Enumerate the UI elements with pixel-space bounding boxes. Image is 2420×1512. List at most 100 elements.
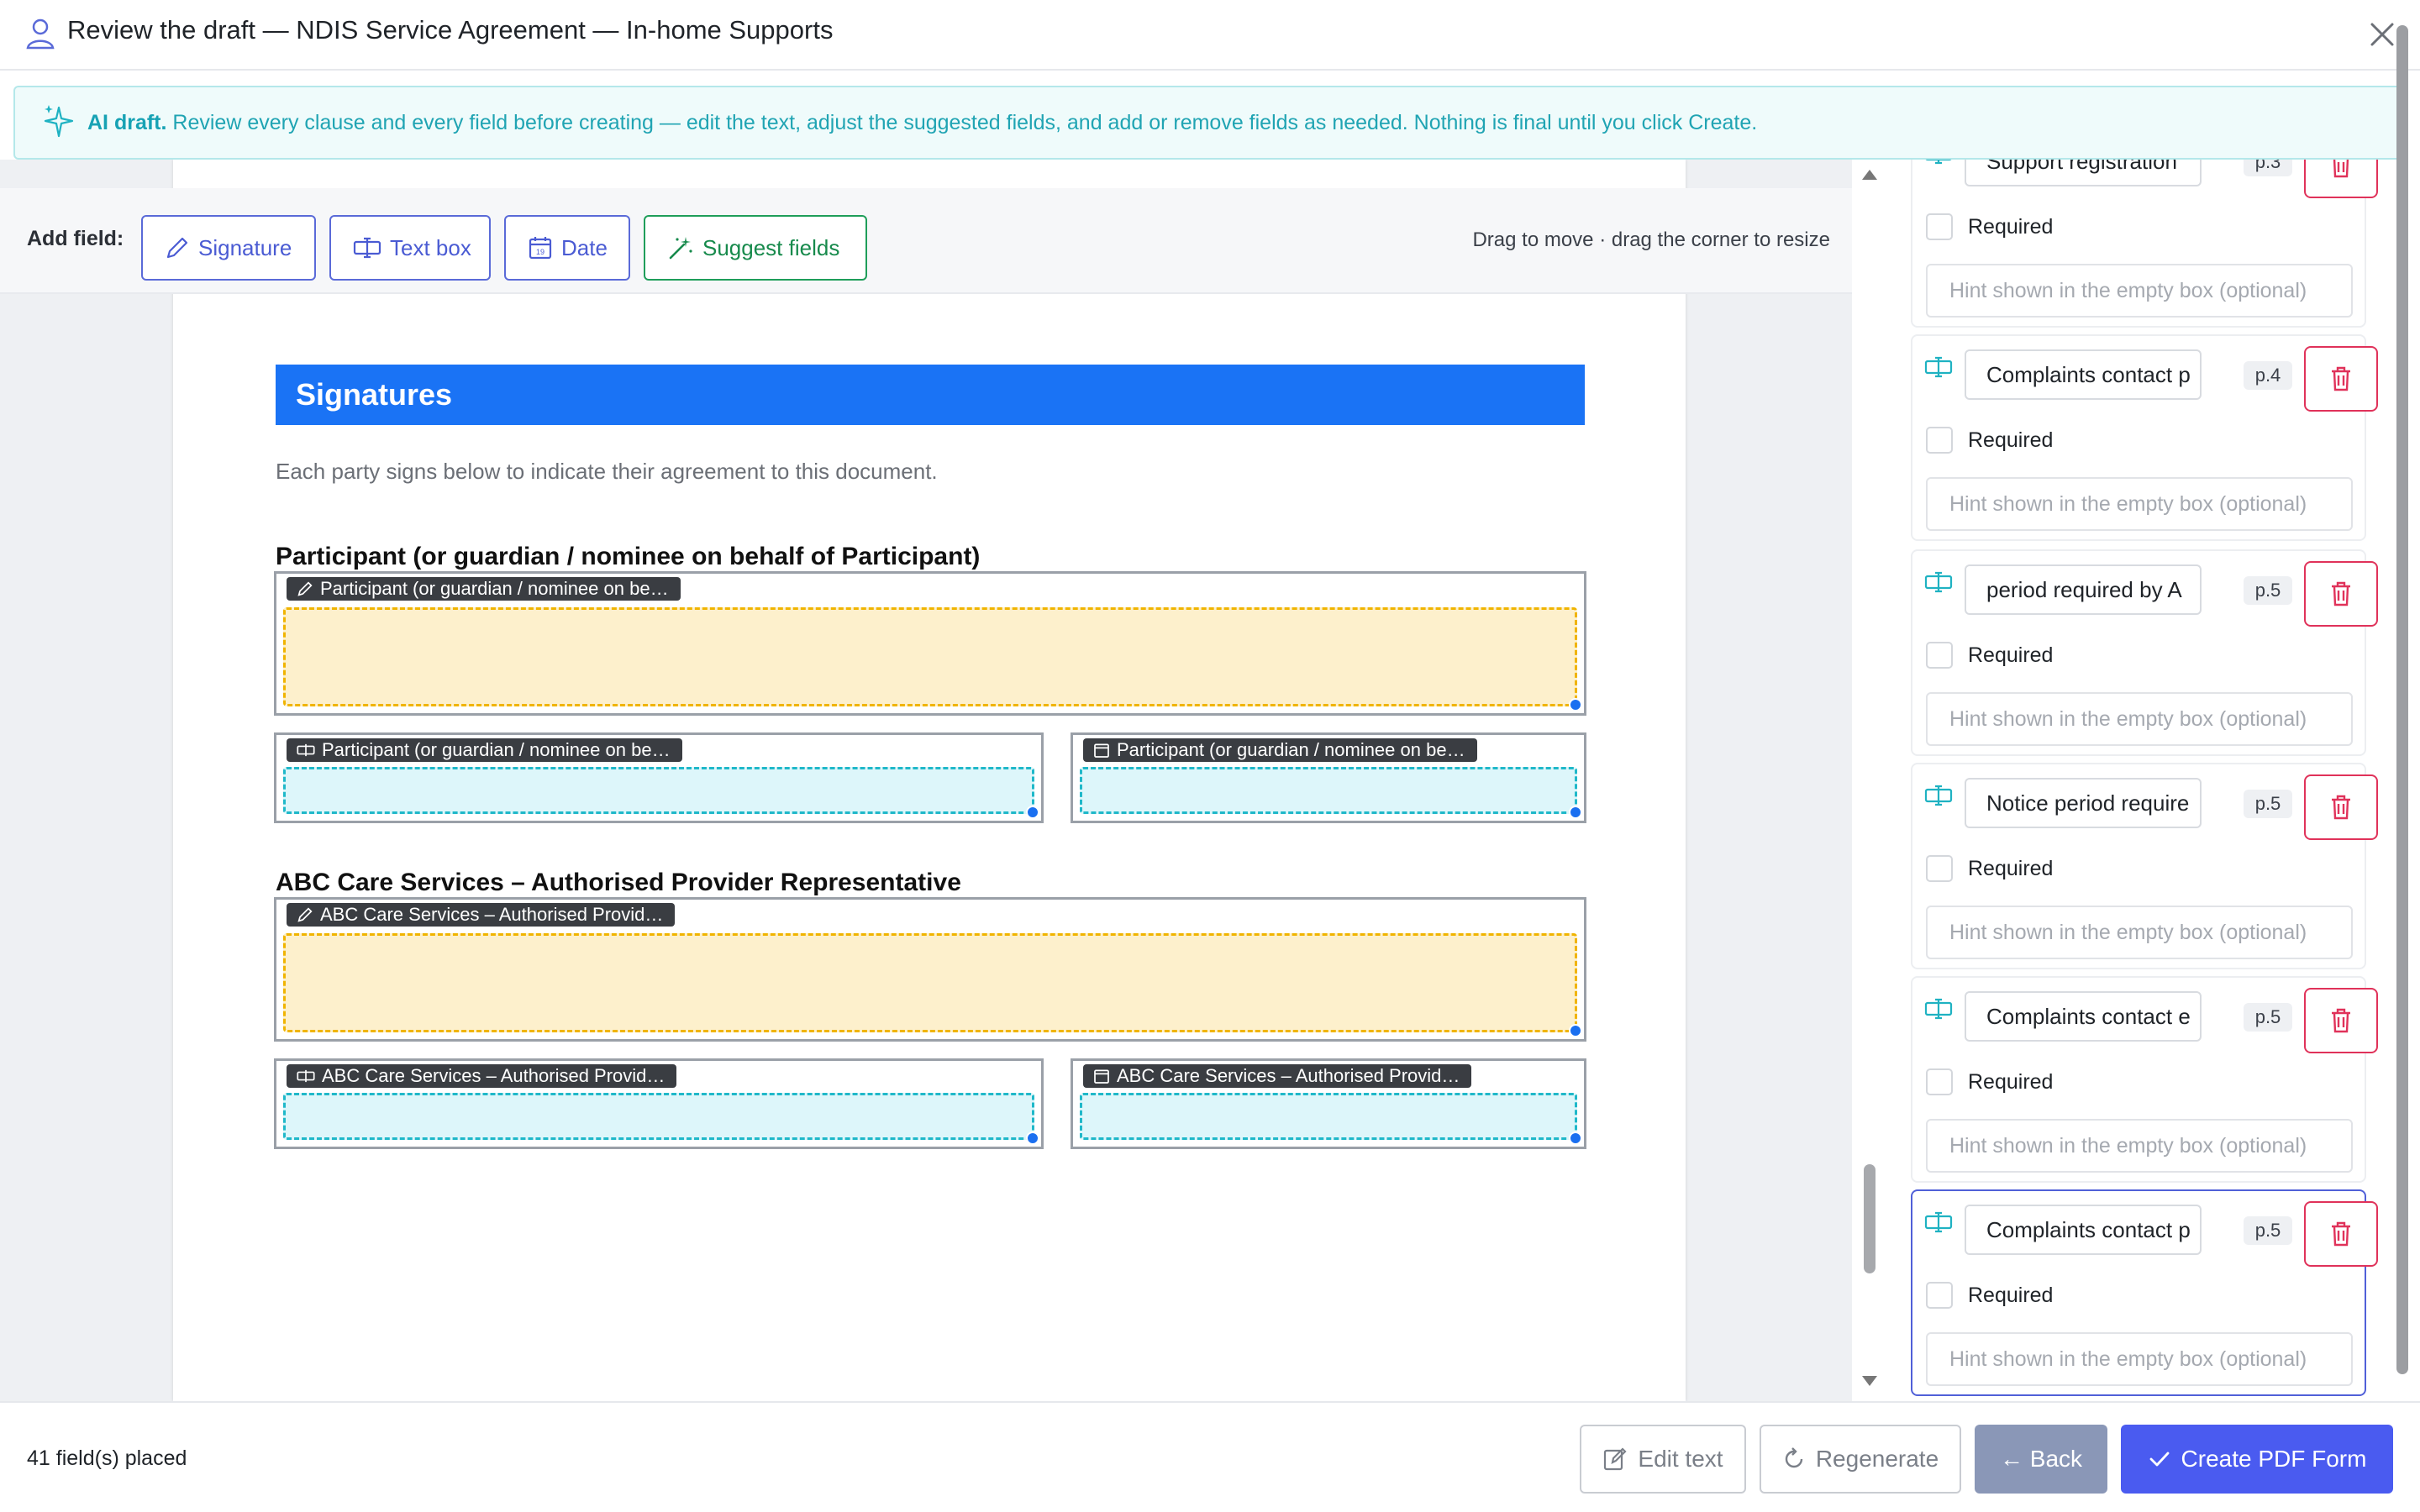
required-label: Required bbox=[1968, 428, 2054, 452]
resize-handle[interactable] bbox=[1569, 1024, 1582, 1037]
field-card[interactable]: Support registration p.3 Required Hint s… bbox=[1911, 160, 2378, 328]
regenerate-button[interactable]: Regenerate bbox=[1760, 1425, 1961, 1494]
name-text-field[interactable]: Full name ABC Care Services – Authorised… bbox=[274, 1058, 1044, 1149]
resize-handle[interactable] bbox=[1569, 806, 1582, 819]
field-tag: ABC Care Services – Authorised Provid… bbox=[287, 903, 676, 927]
required-checkbox[interactable] bbox=[1926, 1282, 1953, 1309]
field-card[interactable]: period required by A p.5 Required Hint s… bbox=[1911, 549, 2378, 756]
resize-handle[interactable] bbox=[1026, 806, 1039, 819]
scrollbar-thumb[interactable] bbox=[1864, 1164, 1876, 1273]
field-page-badge: p.5 bbox=[2244, 790, 2292, 818]
field-card[interactable]: Complaints contact e p.5 Required Hint s… bbox=[1911, 976, 2378, 1183]
field-name-input[interactable]: Complaints contact p bbox=[1965, 1205, 2202, 1255]
signatures-heading: Signatures bbox=[276, 365, 1585, 425]
field-card[interactable]: Notice period require p.5 Required Hint … bbox=[1911, 763, 2378, 969]
required-label: Required bbox=[1968, 857, 2054, 880]
required-checkbox[interactable] bbox=[1926, 642, 1953, 669]
delete-field-button[interactable] bbox=[2304, 346, 2378, 412]
required-checkbox[interactable] bbox=[1926, 1068, 1953, 1095]
add-textbox-button[interactable]: Text box bbox=[329, 215, 491, 281]
panel-scrollbar[interactable] bbox=[2395, 25, 2410, 1378]
add-field-label: Add field: bbox=[27, 227, 124, 250]
edit-icon bbox=[1604, 1447, 1627, 1471]
signature-field-area[interactable] bbox=[283, 933, 1577, 1032]
textbox-icon bbox=[353, 237, 381, 259]
sparkle-icon bbox=[44, 105, 74, 138]
field-name-input[interactable]: Notice period require bbox=[1965, 778, 2202, 828]
dialog-footer: 41 field(s) placed Edit text Regenerate … bbox=[0, 1401, 2420, 1512]
textbox-icon bbox=[1924, 998, 1953, 1020]
required-label: Required bbox=[1968, 1070, 2054, 1094]
signature-field[interactable]: ABC Care Services – Authorised Provid… bbox=[274, 897, 1586, 1042]
user-icon bbox=[26, 18, 55, 50]
banner-lead: AI draft. bbox=[87, 111, 167, 134]
date-field-area[interactable] bbox=[1080, 767, 1577, 814]
field-card-selected[interactable]: Complaints contact p p.5 Required Hint s… bbox=[1911, 1189, 2378, 1396]
hint-input[interactable]: Hint shown in the empty box (optional) bbox=[1926, 477, 2353, 531]
edit-text-button[interactable]: Edit text bbox=[1580, 1425, 1746, 1494]
textbox-icon bbox=[1925, 160, 1952, 165]
back-label: ← Back bbox=[1999, 1446, 2083, 1472]
delete-field-button[interactable] bbox=[2304, 988, 2378, 1053]
field-name-input[interactable]: Complaints contact e bbox=[1965, 991, 2202, 1042]
field-list-panel: Support registration p.3 Required Hint s… bbox=[1884, 160, 2388, 1401]
add-signature-label: Signature bbox=[198, 234, 292, 260]
delete-field-button[interactable] bbox=[2304, 561, 2378, 627]
resize-handle[interactable] bbox=[1569, 698, 1582, 711]
resize-handle[interactable] bbox=[1569, 1131, 1582, 1145]
hint-input[interactable]: Hint shown in the empty box (optional) bbox=[1926, 1119, 2353, 1173]
textbox-icon bbox=[297, 1069, 315, 1083]
add-date-button[interactable]: 19 Date bbox=[504, 215, 630, 281]
hint-input[interactable]: Hint shown in the empty box (optional) bbox=[1926, 264, 2353, 318]
scrollbar-thumb[interactable] bbox=[2396, 25, 2408, 1374]
add-signature-button[interactable]: Signature bbox=[141, 215, 316, 281]
banner-message: Review every clause and every field befo… bbox=[172, 111, 1758, 134]
field-page-badge: p.4 bbox=[2244, 361, 2292, 390]
trash-icon bbox=[2332, 1221, 2350, 1247]
date-field-area[interactable] bbox=[1080, 1093, 1577, 1140]
delete-field-button[interactable] bbox=[2304, 1201, 2378, 1267]
field-tag-label: ABC Care Services – Authorised Provid… bbox=[320, 904, 664, 925]
required-label: Required bbox=[1968, 1284, 2054, 1307]
suggest-fields-label: Suggest fields bbox=[702, 234, 840, 260]
field-name-input[interactable]: Support registration bbox=[1965, 160, 2202, 186]
field-name-input[interactable]: period required by A bbox=[1965, 564, 2202, 615]
hint-input[interactable]: Hint shown in the empty box (optional) bbox=[1926, 1332, 2353, 1386]
document-scrollbar[interactable] bbox=[1859, 163, 1881, 1398]
required-checkbox[interactable] bbox=[1926, 855, 1953, 882]
create-pdf-form-button[interactable]: Create PDF Form bbox=[2121, 1425, 2393, 1494]
back-button[interactable]: ← Back bbox=[1975, 1425, 2107, 1494]
required-checkbox[interactable] bbox=[1926, 427, 1953, 454]
check-icon bbox=[2149, 1452, 2169, 1467]
scroll-up-arrow-icon[interactable] bbox=[1862, 170, 1877, 180]
field-name-input[interactable]: Complaints contact p bbox=[1965, 349, 2202, 400]
banner-text: AI draft. Review every clause and every … bbox=[87, 111, 1757, 135]
field-tag: ABC Care Services – Authorised Provid… bbox=[1083, 1064, 1472, 1088]
dialog-title: Review the draft — NDIS Service Agreemen… bbox=[67, 15, 834, 45]
party-title: ABC Care Services – Authorised Provider … bbox=[276, 869, 961, 896]
textbox-icon bbox=[297, 743, 315, 757]
required-checkbox[interactable] bbox=[1926, 213, 1953, 240]
signature-field-area[interactable] bbox=[283, 607, 1577, 706]
resize-handle[interactable] bbox=[1026, 1131, 1039, 1145]
date-field[interactable]: Date Participant (or guardian / nominee … bbox=[1071, 732, 1586, 823]
textbox-icon bbox=[1924, 1211, 1953, 1233]
text-field-area[interactable] bbox=[283, 767, 1034, 814]
hint-input[interactable]: Hint shown in the empty box (optional) bbox=[1926, 906, 2353, 959]
scroll-down-arrow-icon[interactable] bbox=[1862, 1376, 1877, 1386]
date-field[interactable]: Date ABC Care Services – Authorised Prov… bbox=[1071, 1058, 1586, 1149]
name-text-field[interactable]: Full name Participant (or guardian / nom… bbox=[274, 732, 1044, 823]
signature-field[interactable]: Participant (or guardian / nominee on be… bbox=[274, 571, 1586, 716]
hint-input[interactable]: Hint shown in the empty box (optional) bbox=[1926, 692, 2353, 746]
calendar-icon: 19 bbox=[529, 237, 552, 260]
text-field-area[interactable] bbox=[283, 1093, 1034, 1140]
trash-icon bbox=[2332, 795, 2350, 820]
svg-text:19: 19 bbox=[536, 248, 544, 256]
delete-field-button[interactable] bbox=[2304, 774, 2378, 840]
add-textbox-label: Text box bbox=[390, 234, 471, 260]
delete-field-button[interactable] bbox=[2304, 160, 2378, 198]
suggest-fields-button[interactable]: Suggest fields bbox=[644, 215, 867, 281]
refresh-icon bbox=[1785, 1447, 1803, 1468]
field-card[interactable]: Complaints contact p p.4 Required Hint s… bbox=[1911, 334, 2378, 541]
close-icon[interactable] bbox=[2368, 20, 2396, 49]
